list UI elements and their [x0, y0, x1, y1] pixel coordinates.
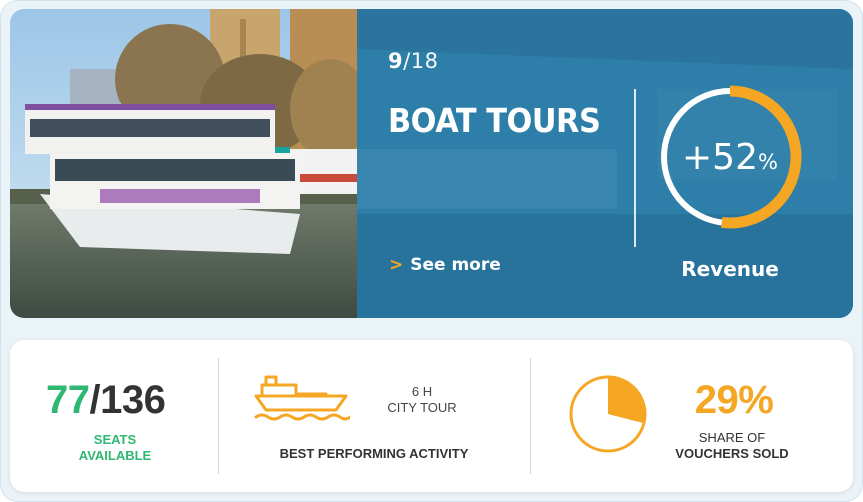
seats-total-count: 136 — [100, 378, 166, 422]
seats-label-line1: SEATS — [93, 432, 137, 447]
slide-counter-separator: / — [403, 49, 411, 73]
revenue-gauge-value: +52% — [657, 84, 803, 230]
chevron-right-icon: > — [389, 255, 404, 275]
seats-label-line2: AVAILABLE — [78, 448, 152, 463]
slide-counter-total: 18 — [410, 49, 439, 73]
seats-available-count: 77 — [46, 378, 90, 422]
seats-count: 77/136 — [46, 378, 166, 423]
stats-card: 77/136 SEATS AVAILABLE 6 H CITY TOUR BES… — [10, 340, 853, 492]
boat-photo — [10, 9, 357, 318]
seats-label: SEATS AVAILABLE — [50, 432, 180, 464]
vouchers-share-label-line1: SHARE OF — [698, 430, 766, 445]
best-activity-name: CITY TOUR — [387, 400, 457, 415]
vouchers-pie-chart — [569, 375, 647, 453]
best-activity-label: BEST PERFORMING ACTIVITY — [279, 446, 469, 461]
best-activity-details: 6 H CITY TOUR — [372, 384, 472, 416]
vouchers-share-label-line2: VOUCHERS SOLD — [675, 446, 789, 461]
best-activity-duration: 6 H — [411, 384, 433, 399]
slide-counter-current: 9 — [388, 49, 404, 73]
hero-divider — [634, 89, 636, 247]
stats-divider-1 — [218, 358, 219, 474]
stats-divider-2 — [530, 358, 531, 474]
slide-counter: 9/18 — [388, 49, 438, 73]
boat-icon — [254, 375, 350, 421]
hero-card: 9/18 BOAT TOURS > See more +52% Revenue — [10, 9, 853, 318]
revenue-gauge-number: +52 — [682, 136, 758, 178]
see-more-link[interactable]: > See more — [389, 255, 501, 275]
hero-title: BOAT TOURS — [388, 101, 601, 140]
vouchers-share-percent: 29% — [694, 378, 774, 422]
see-more-label: See more — [410, 255, 501, 275]
seats-separator: / — [89, 378, 101, 422]
revenue-label: Revenue — [681, 257, 779, 281]
revenue-gauge-percent-sign: % — [758, 150, 778, 174]
vouchers-share-label: SHARE OF VOUCHERS SOLD — [662, 430, 802, 462]
